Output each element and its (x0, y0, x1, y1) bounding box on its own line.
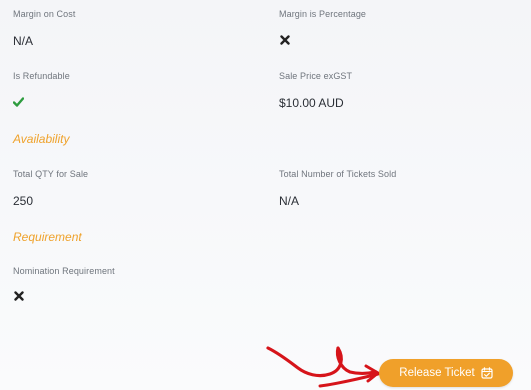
cross-icon (280, 35, 290, 45)
is-refundable-label: Is Refundable (13, 71, 70, 81)
ticket-details-panel: Margin on Cost N/A Margin is Percentage … (0, 0, 531, 390)
calendar-check-icon (481, 367, 493, 379)
margin-on-cost-label: Margin on Cost (13, 9, 76, 19)
cross-icon (14, 291, 24, 301)
sale-price-label: Sale Price exGST (279, 71, 353, 81)
nomination-requirement-label: Nomination Requirement (13, 266, 115, 276)
release-ticket-button[interactable]: Release Ticket (379, 359, 513, 387)
margin-is-percentage-label: Margin is Percentage (279, 9, 367, 19)
sale-price-value: $10.00 AUD (279, 96, 344, 110)
total-sold-label: Total Number of Tickets Sold (279, 169, 397, 179)
margin-on-cost-value: N/A (13, 34, 34, 48)
requirement-section-title: Requirement (13, 230, 82, 244)
total-qty-value: 250 (13, 194, 34, 208)
release-ticket-label: Release Ticket (399, 367, 475, 379)
check-icon (13, 97, 24, 107)
total-qty-label: Total QTY for Sale (13, 169, 89, 179)
total-sold-value: N/A (279, 194, 300, 208)
annotation-arrow (266, 346, 380, 388)
availability-section-title: Availability (13, 132, 70, 146)
